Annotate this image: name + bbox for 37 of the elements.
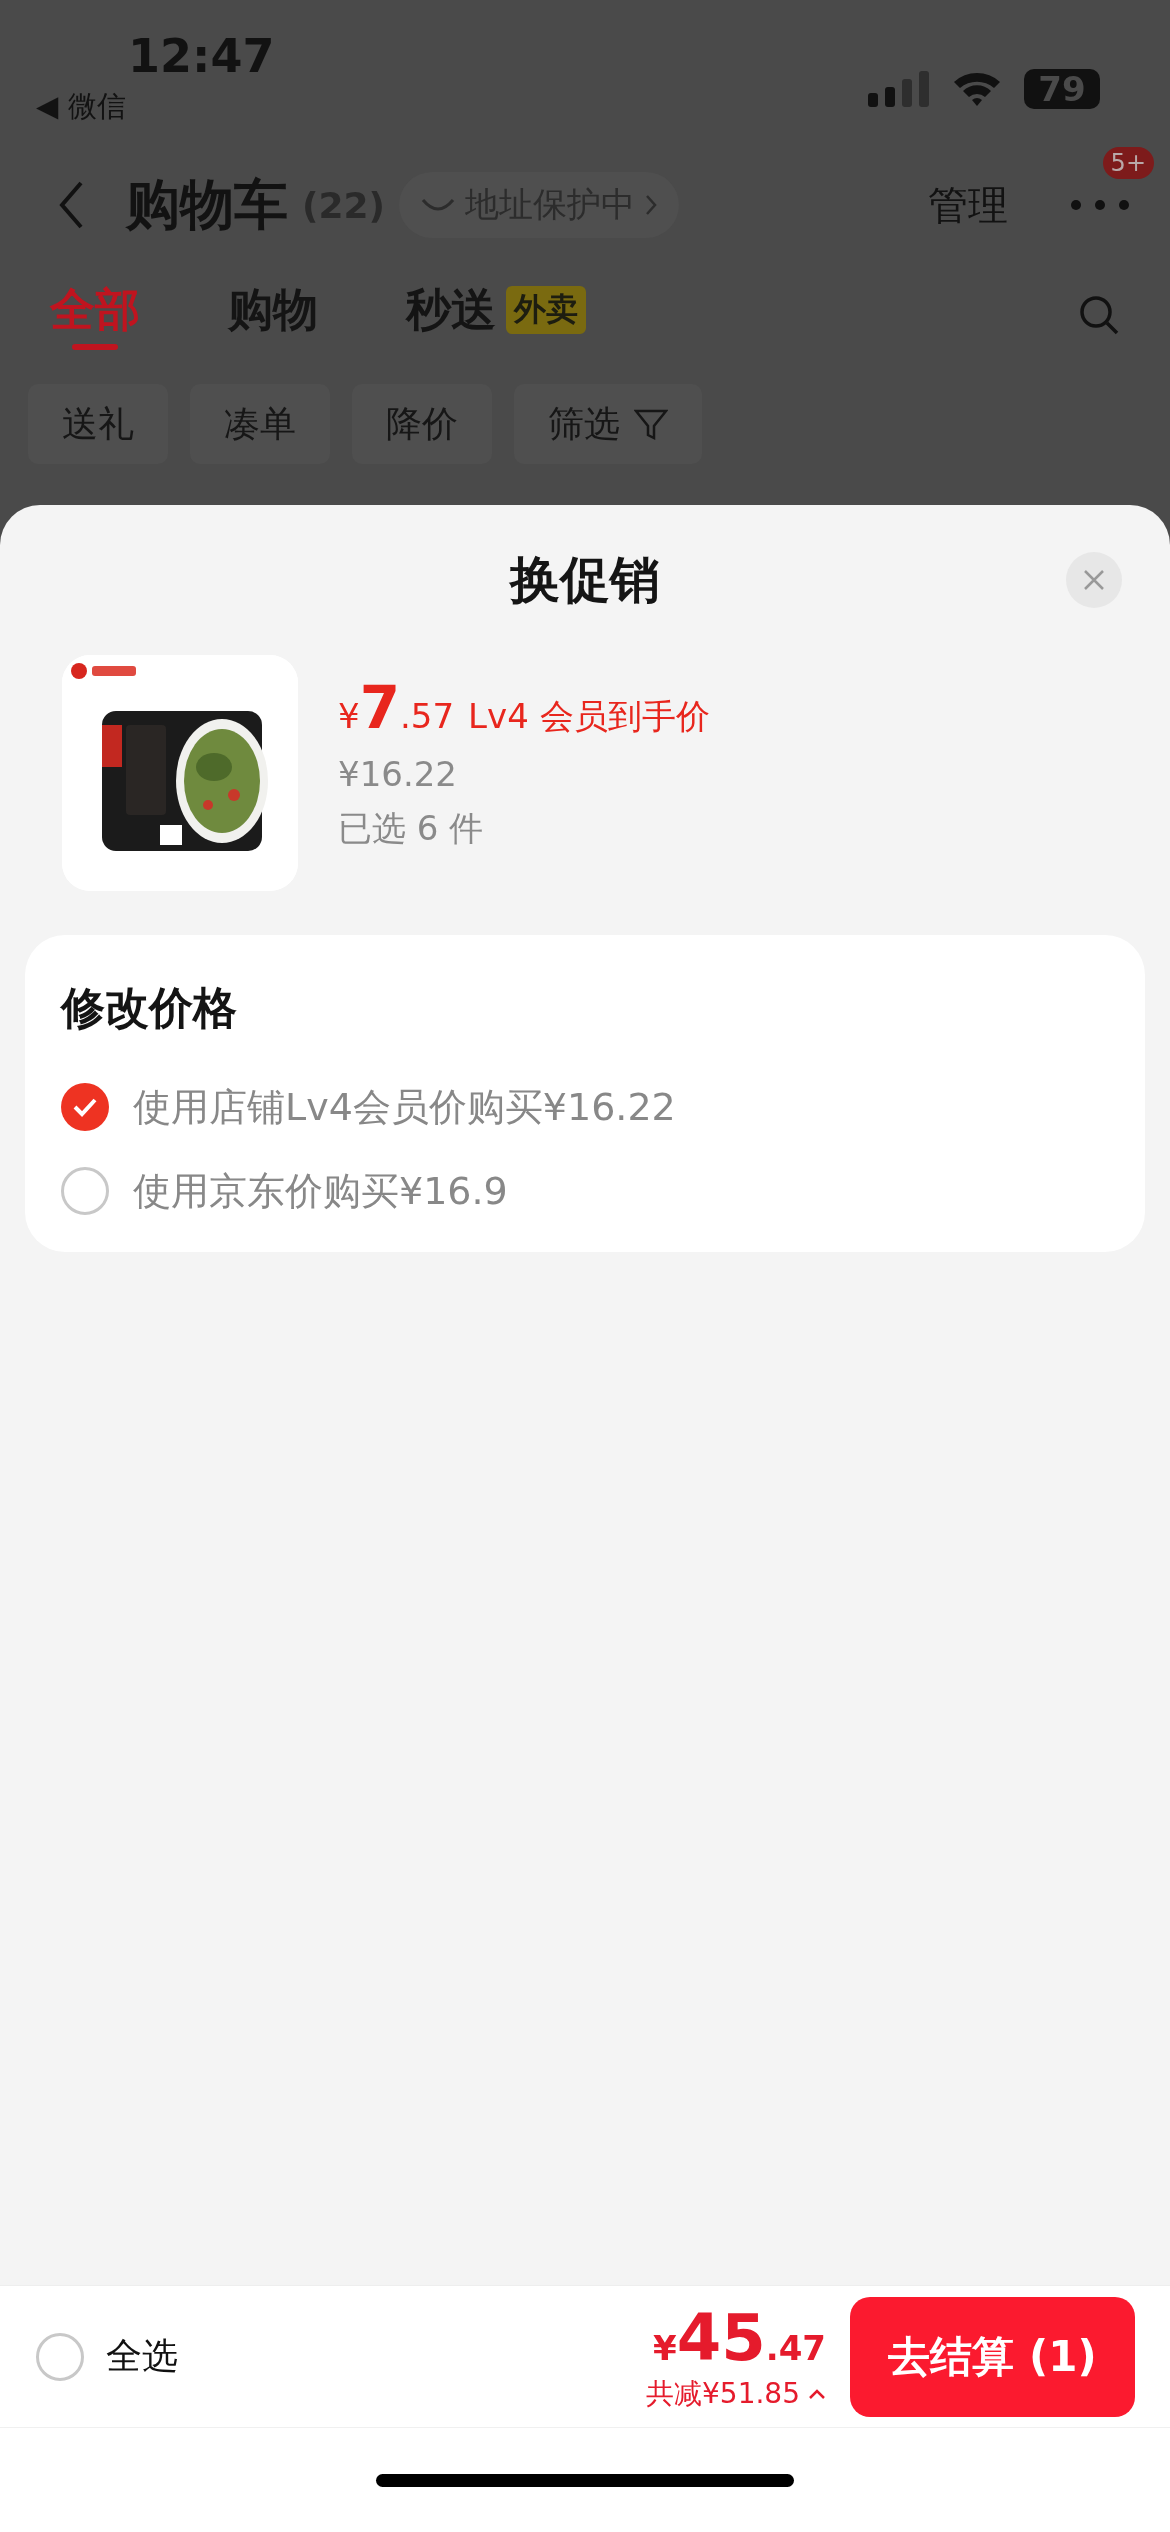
select-all-button[interactable]: 全选 [36, 2332, 178, 2381]
signal-icon [868, 69, 930, 109]
filter-icon [634, 407, 668, 441]
price-option[interactable]: 使用京东价购买¥16.9 [61, 1160, 1109, 1222]
checkout-button[interactable]: 去结算 (1) [850, 2296, 1135, 2417]
filter-chip[interactable]: 凑单 [190, 384, 330, 464]
radio-button[interactable] [61, 1167, 109, 1215]
battery-indicator: 79 [1024, 69, 1100, 109]
back-icon[interactable] [58, 180, 84, 230]
filter-button[interactable]: 筛选 [514, 384, 702, 464]
check-icon [72, 1097, 98, 1117]
original-price: ¥16.22 [338, 754, 458, 794]
close-button[interactable] [1066, 552, 1122, 608]
radio-button[interactable] [61, 1083, 109, 1131]
tab-tag: 外卖 [506, 286, 586, 334]
status-time: 12:47 [128, 28, 275, 84]
more-icon[interactable] [1070, 199, 1130, 211]
page-title: 购物车 [126, 171, 288, 238]
sheet-title: 换促销 [510, 549, 660, 611]
search-icon[interactable] [1078, 294, 1120, 336]
manage-button[interactable]: 管理 [928, 177, 1008, 233]
promo-price: ¥7.57 Lv4 会员到手价 [338, 674, 710, 742]
card-title: 修改价格 [61, 981, 238, 1035]
discount-details-button[interactable]: 共减¥51.85 [646, 2374, 826, 2413]
close-icon [1082, 568, 1106, 592]
chevron-right-icon [645, 194, 657, 216]
tab[interactable]: 全部 [50, 280, 140, 350]
filter-chip[interactable]: 送礼 [28, 384, 168, 464]
wifi-icon [952, 70, 1002, 108]
total-price: ¥45.47 [653, 2300, 826, 2375]
filter-chip[interactable]: 降价 [352, 384, 492, 464]
selected-count: 已选 6 件 [338, 807, 485, 850]
select-all-checkbox[interactable] [36, 2332, 84, 2381]
back-to-app-link[interactable]: ◀ 微信 [36, 88, 275, 124]
price-option[interactable]: 使用店铺Lv4会员价购买¥16.22 [61, 1076, 1109, 1138]
caret-up-icon [808, 2387, 826, 2400]
notification-badge: 5+ [1102, 147, 1154, 179]
